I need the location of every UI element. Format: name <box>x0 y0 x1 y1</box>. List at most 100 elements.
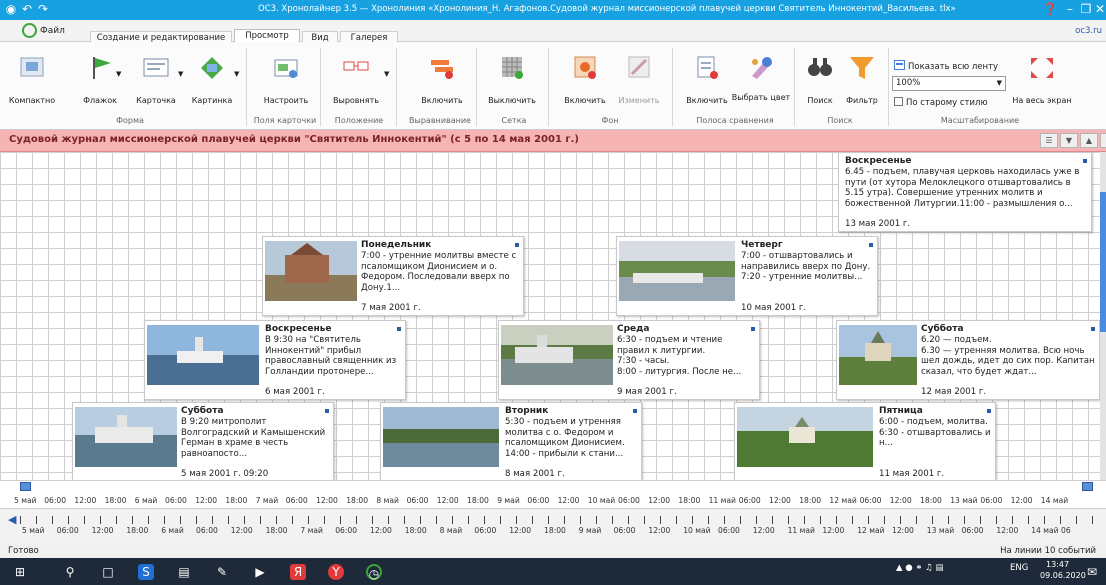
search-icon[interactable]: ⚲ <box>62 564 78 580</box>
filter-label: Фильтр <box>846 96 878 105</box>
event-card[interactable]: Четверг 7:00 - отшвартовались и направил… <box>616 236 878 316</box>
event-text: 7:00 - утренние молитвы вместе с псаломщ… <box>361 251 517 293</box>
card-button[interactable]: ▼ Карточка <box>132 48 183 118</box>
language-indicator[interactable]: ENG <box>1010 563 1028 573</box>
background-icon <box>574 56 596 79</box>
event-card[interactable]: Суббота В 9:20 митрополит Волгоградский … <box>72 402 334 480</box>
header-settings-icon[interactable]: ☰ <box>1040 133 1058 148</box>
ruler-tick-label: 6 май <box>134 496 158 505</box>
collapse-icon[interactable]: ▼ <box>1060 133 1078 148</box>
ribbon: Компактно ▼ Флажок ▼ Карточка ▼ Картинка… <box>0 42 1106 130</box>
ruler-tick-label: 12:00 <box>370 526 392 535</box>
separator <box>548 48 549 126</box>
event-photo <box>147 325 259 385</box>
bg-enable-button[interactable]: Включить <box>560 48 610 118</box>
minimize-band-icon[interactable] <box>1100 133 1106 148</box>
event-card[interactable]: Среда 6:30 - подъем и чтение правил к ли… <box>498 320 760 400</box>
tab-view[interactable]: Просмотр <box>234 29 300 43</box>
event-card[interactable]: Воскресенье В 9:30 на "Святитель Иннокен… <box>144 320 406 400</box>
color-brush-icon <box>752 57 772 79</box>
event-card[interactable]: Суббота 6.20 — подъем. 6.30 — утренняя м… <box>836 320 1100 400</box>
filter-button[interactable]: Фильтр <box>842 48 882 118</box>
flag-icon <box>93 57 111 79</box>
group-compare-band: Полоса сравнения <box>696 116 774 125</box>
ruler-tick-label: 06:00 <box>335 526 358 535</box>
yandex-browser-icon[interactable]: Y <box>328 564 344 580</box>
clock-time: 13:47 <box>1046 560 1070 569</box>
grid-disable-button[interactable]: Выключить <box>484 48 540 118</box>
align-button[interactable]: ▼ Выровнять <box>328 48 389 118</box>
choose-color-button[interactable]: Выбрать цвет <box>732 48 790 118</box>
separator <box>476 48 477 126</box>
redo-icon[interactable]: ↷ <box>36 2 50 16</box>
event-date: 13 мая 2001 г. <box>845 219 911 229</box>
ruler-tick-label: 7 май <box>300 526 323 535</box>
undo-icon[interactable]: ↶ <box>20 2 34 16</box>
skype-icon[interactable]: S <box>138 564 154 580</box>
ruler-tick-label: 18:00 <box>544 526 566 535</box>
file-explorer-icon[interactable]: ▤ <box>176 564 192 580</box>
scroll-left-icon[interactable]: ◀ <box>8 513 16 526</box>
tray-icons[interactable]: ▲ ● ⚭ ♫ ▤ <box>896 563 944 573</box>
compact-button[interactable]: Компактно <box>8 48 56 118</box>
old-style-label: По старому стилю <box>906 98 988 108</box>
ruler-tick-label: 12:00 <box>822 526 845 535</box>
picture-icon <box>201 57 223 79</box>
ruler-tick-label: 18:00 <box>346 496 369 505</box>
yandex-icon[interactable]: Я <box>290 564 306 580</box>
align-enable-label: Включить <box>421 96 463 105</box>
picture-label: Картинка <box>191 96 233 105</box>
event-card[interactable]: Пятница 6:00 - подъем, молитва. 6:30 - о… <box>734 402 996 480</box>
time-ruler[interactable]: 5 май 06:00 12:00 18:00 6 май 06:00 12:00 18:00… <box>0 480 1106 508</box>
event-text: В 9:30 на "Святитель Иннокентий" прибыл … <box>265 335 397 377</box>
bg-edit-button: Изменить <box>614 48 664 118</box>
event-title: Суббота <box>181 406 224 416</box>
separator <box>320 48 321 126</box>
ruler-tick-label: 06:00 <box>44 496 67 505</box>
old-style-checkbox[interactable]: По старому стилю <box>894 97 988 108</box>
configure-button[interactable]: Настроить <box>258 48 314 118</box>
ruler-tick-label: 14 май <box>1040 496 1069 505</box>
overview-ruler[interactable]: ◀ 5 май 06:00 12:00 18:00 6 май 06:00 12:00 18:… <box>0 508 1106 544</box>
compare-enable-label: Включить <box>686 96 728 105</box>
task-view-icon[interactable]: □ <box>100 564 116 580</box>
chronoliner-icon[interactable]: ◷ <box>366 564 382 581</box>
range-end-handle[interactable] <box>1082 482 1093 491</box>
fullscreen-label: На весь экран <box>1012 96 1072 105</box>
picture-button[interactable]: ▼ Картинка <box>188 48 239 118</box>
ruler-tick-label: 10 май <box>683 526 711 535</box>
ruler-tick-label: 9 май <box>578 526 602 535</box>
show-all-toggle[interactable]: Показать всю ленту <box>894 60 998 72</box>
vertical-scrollbar[interactable] <box>1100 152 1106 480</box>
compare-enable-button[interactable]: Включить <box>682 48 732 118</box>
notifications-icon[interactable]: ✉ <box>1084 564 1100 580</box>
fullscreen-button[interactable]: На весь экран <box>1012 48 1072 118</box>
file-tab[interactable]: Файл <box>22 22 65 41</box>
flag-button[interactable]: ▼ Флажок <box>80 48 122 118</box>
event-card[interactable]: Воскресенье 6.45 - подъем, плавучая церк… <box>838 152 1092 232</box>
ruler-tick-label: 12:00 <box>74 496 97 505</box>
range-start-handle[interactable] <box>20 482 31 491</box>
paint-icon[interactable]: ✎ <box>214 564 230 580</box>
app-logo-icon: ◉ <box>5 2 17 16</box>
expand-icon[interactable]: ▲ <box>1080 133 1098 148</box>
event-card[interactable]: Вторник 5:30 - подъем и утренняя молитва… <box>380 402 642 480</box>
search-button[interactable]: Поиск <box>802 48 838 118</box>
timeline-canvas[interactable]: Воскресенье 6.45 - подъем, плавучая церк… <box>0 152 1100 480</box>
scroll-thumb[interactable] <box>1100 192 1106 332</box>
site-link[interactable]: oc3.ru <box>1075 26 1102 36</box>
ribbon-toggle-icon <box>894 60 905 70</box>
close-icon[interactable]: ✕ <box>1092 1 1106 18</box>
chevron-down-icon: ▼ <box>116 70 122 78</box>
event-text: 6:30 - подъем и чтение правил к литургии… <box>617 335 742 377</box>
align-enable-button[interactable]: Включить <box>414 48 470 118</box>
media-icon[interactable]: ▶ <box>252 564 268 580</box>
ruler-tick-label: 06:00 <box>196 526 218 535</box>
event-card[interactable]: Понедельник 7:00 - утренние молитвы вмес… <box>262 236 524 316</box>
event-text: 5:30 - подъем и утренняя молитва с о. Фе… <box>505 417 625 459</box>
minimize-icon[interactable]: – <box>1062 1 1078 18</box>
zoom-select[interactable]: 100% ▼ <box>892 76 1006 91</box>
windows-start-icon[interactable]: ⊞ <box>12 564 28 580</box>
event-marker <box>633 409 637 413</box>
help-icon[interactable]: ❓ <box>1042 1 1058 18</box>
